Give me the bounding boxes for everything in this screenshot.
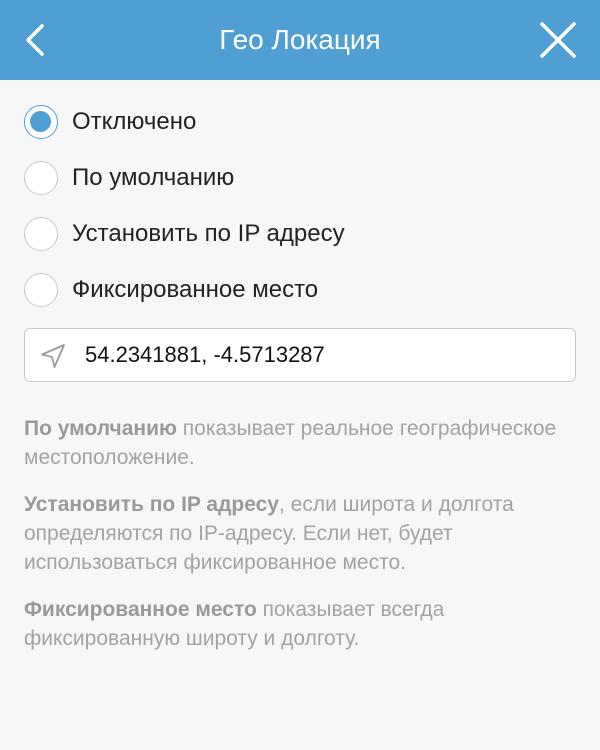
- radio-button[interactable]: [24, 217, 58, 251]
- close-button[interactable]: [538, 20, 578, 60]
- help-term: Фиксированное место: [24, 598, 257, 621]
- radio-option-by-ip[interactable]: Установить по IP адресу: [24, 206, 584, 262]
- geo-mode-radio-group: Отключено По умолчанию Установить по IP …: [24, 94, 584, 318]
- help-text-fixed-place: Фиксированное место показывает всегда фи…: [24, 595, 584, 653]
- page-title: Гео Локация: [219, 24, 381, 55]
- header-bar: Гео Локация: [0, 0, 600, 80]
- coordinates-field[interactable]: [24, 328, 576, 382]
- radio-button-checked[interactable]: [24, 105, 58, 139]
- radio-option-fixed-place[interactable]: Фиксированное место: [24, 262, 584, 318]
- radio-option-disabled[interactable]: Отключено: [24, 94, 584, 150]
- help-term: Установить по IP адресу: [24, 493, 279, 516]
- close-icon: [540, 22, 576, 58]
- radio-option-default[interactable]: По умолчанию: [24, 150, 584, 206]
- radio-button[interactable]: [24, 273, 58, 307]
- radio-option-label: По умолчанию: [72, 164, 235, 191]
- location-arrow-icon: [41, 344, 65, 368]
- help-text-by-ip: Установить по IP адресу, если широта и д…: [24, 490, 584, 577]
- radio-option-label: Отключено: [72, 108, 197, 135]
- radio-button[interactable]: [24, 161, 58, 195]
- geo-location-panel: Гео Локация Отключено По умолчанию Устан…: [0, 0, 600, 750]
- coordinates-input[interactable]: [85, 329, 565, 380]
- help-text-default: По умолчанию показывает реальное географ…: [24, 414, 584, 472]
- radio-option-label: Фиксированное место: [72, 276, 319, 303]
- radio-option-label: Установить по IP адресу: [72, 220, 345, 247]
- help-term: По умолчанию: [24, 417, 177, 440]
